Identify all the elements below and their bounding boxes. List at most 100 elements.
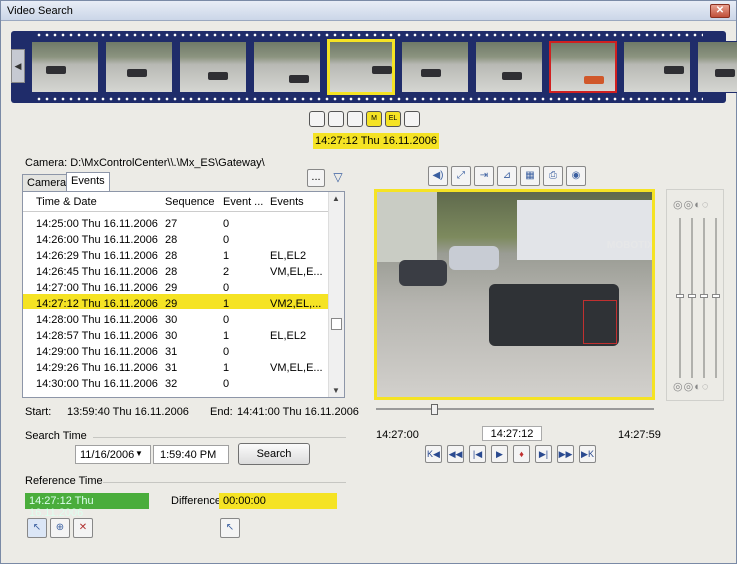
start-value: 13:59:40 Thu 16.11.2006 xyxy=(67,406,189,418)
fullscreen-button[interactable]: ⤢ xyxy=(451,166,471,186)
slider-track[interactable] xyxy=(715,218,717,378)
filmstrip-thumbnail[interactable] xyxy=(31,41,99,93)
frame-button-2[interactable] xyxy=(328,111,344,127)
slider-track[interactable] xyxy=(679,218,681,378)
slider-thumb[interactable] xyxy=(700,294,708,298)
scroll-up-icon[interactable]: ▲ xyxy=(332,194,340,203)
parked-car xyxy=(449,246,499,270)
table-cell: 1 xyxy=(223,330,230,342)
table-cell: 30 xyxy=(165,314,178,326)
filmstrip-prev-button[interactable]: ◀ xyxy=(11,49,25,83)
filmstrip-thumbnail[interactable] xyxy=(475,41,543,93)
slider-thumb[interactable] xyxy=(712,294,720,298)
table-row[interactable]: 14:28:00 Thu 16.11.2006 30 0 xyxy=(23,310,328,326)
chevron-down-icon[interactable]: ▼ xyxy=(135,449,143,458)
event-list: Time & Date Sequence Event ... Events 14… xyxy=(22,191,345,398)
table-row[interactable]: 14:25:00 Thu 16.11.2006 27 0 xyxy=(23,214,328,230)
current-timestamp: 14:27:12 Thu 16.11.2006 xyxy=(313,133,439,149)
browse-button[interactable]: ... xyxy=(307,169,325,187)
frame-button-1[interactable] xyxy=(309,111,325,127)
car-shape xyxy=(46,66,66,74)
speaker-button[interactable]: ◀) xyxy=(428,166,448,186)
timeline-track[interactable] xyxy=(376,408,654,410)
live-icon: ◉ xyxy=(571,170,581,181)
tab-events[interactable]: Events xyxy=(66,172,110,191)
live-button[interactable]: ◉ xyxy=(566,166,586,186)
step-forward-button[interactable]: ▶| xyxy=(535,445,552,463)
motion-event-button[interactable]: M xyxy=(366,111,382,127)
slider-track[interactable] xyxy=(703,218,705,378)
table-cell: VM,EL,E... xyxy=(270,266,323,278)
scroll-thumb[interactable] xyxy=(331,318,342,330)
record-button[interactable]: ♦ xyxy=(513,445,530,463)
slider-thumb[interactable] xyxy=(688,294,696,298)
table-row[interactable]: 14:27:12 Thu 16.11.2006 29 1 VM2,EL,... xyxy=(23,294,328,310)
table-row[interactable]: 14:29:00 Thu 16.11.2006 31 0 xyxy=(23,342,328,358)
export-button[interactable]: ⎙ xyxy=(543,166,563,186)
rewind-button[interactable]: ◀◀ xyxy=(447,445,464,463)
chevron-left-icon: ◀ xyxy=(14,60,22,71)
find-reference-button[interactable]: ⊕ xyxy=(50,518,70,538)
scroll-down-icon[interactable]: ▼ xyxy=(332,386,340,395)
record-icon: ♦ xyxy=(519,449,524,459)
car-shape xyxy=(421,69,441,77)
filter-icon[interactable]: ▽ xyxy=(331,170,345,184)
el-event-button[interactable]: EL xyxy=(385,111,401,127)
slider-thumb[interactable] xyxy=(676,294,684,298)
search-button[interactable]: Search xyxy=(238,443,310,465)
car-shape xyxy=(372,66,392,74)
table-cell: 28 xyxy=(165,266,178,278)
table-cell: 28 xyxy=(165,234,178,246)
layout-button[interactable]: ▦ xyxy=(520,166,540,186)
frame-button-6[interactable] xyxy=(404,111,420,127)
filmstrip-thumbnail[interactable] xyxy=(549,41,617,93)
filmstrip-thumbnail[interactable] xyxy=(327,39,395,95)
set-reference-button[interactable]: ↖ xyxy=(27,518,47,538)
play-button[interactable]: ▶ xyxy=(491,445,508,463)
first-button[interactable]: K◀ xyxy=(425,445,442,463)
fast-forward-button[interactable]: ▶▶ xyxy=(557,445,574,463)
table-cell: 14:26:00 Thu 16.11.2006 xyxy=(36,234,158,246)
last-button[interactable]: ▶K xyxy=(579,445,596,463)
table-row[interactable]: 14:28:57 Thu 16.11.2006 30 1 EL,EL2 xyxy=(23,326,328,342)
difference-label: Difference: xyxy=(171,495,224,507)
column-event-number[interactable]: Event ... xyxy=(223,196,263,208)
timeline-slider[interactable] xyxy=(431,404,438,415)
table-row[interactable]: 14:30:00 Thu 16.11.2006 32 0 xyxy=(23,374,328,390)
table-row[interactable]: 14:26:00 Thu 16.11.2006 28 0 xyxy=(23,230,328,246)
filmstrip-thumbnail[interactable] xyxy=(623,41,691,93)
table-cell: 1 xyxy=(223,362,230,374)
filmstrip-thumbnail[interactable] xyxy=(105,41,173,93)
filmstrip-thumbnail[interactable] xyxy=(697,41,737,93)
video-search-window: Video Search ✕ ◀ ▶ M EL 14:27:12 Thu 16.… xyxy=(0,0,737,564)
table-cell: 14:27:00 Thu 16.11.2006 xyxy=(36,282,158,294)
slider-track[interactable] xyxy=(691,218,693,378)
goto-reference-button[interactable]: ↖ xyxy=(220,518,240,538)
column-sequence[interactable]: Sequence xyxy=(165,196,215,208)
fullscreen-icon: ⤢ xyxy=(457,170,465,181)
end-value: 14:41:00 Thu 16.11.2006 xyxy=(237,406,359,418)
table-row[interactable]: 14:26:29 Thu 16.11.2006 28 1 EL,EL2 xyxy=(23,246,328,262)
filmstrip-thumbnail[interactable] xyxy=(401,41,469,93)
filmstrip-thumbnail[interactable] xyxy=(179,41,247,93)
filmstrip: ◀ ▶ xyxy=(11,31,737,103)
fast-forward-icon: ▶▶ xyxy=(558,449,573,459)
table-row[interactable]: 14:26:45 Thu 16.11.2006 28 2 VM,EL,E... xyxy=(23,262,328,278)
video-frame[interactable]: MOBOTIX xyxy=(374,189,655,400)
chart-button[interactable]: ⊿ xyxy=(497,166,517,186)
split-button[interactable]: ⇥ xyxy=(474,166,494,186)
close-button[interactable]: ✕ xyxy=(710,4,730,18)
first-icon: K◀ xyxy=(427,449,440,459)
column-time-date[interactable]: Time & Date xyxy=(36,196,97,208)
clear-reference-button[interactable]: ✕ xyxy=(73,518,93,538)
title-bar: Video Search ✕ xyxy=(1,1,736,21)
search-time-input[interactable]: 1:59:40 PM xyxy=(153,445,229,464)
step-back-button[interactable]: |◀ xyxy=(469,445,486,463)
frame-button-3[interactable] xyxy=(347,111,363,127)
filmstrip-thumbnail[interactable] xyxy=(253,41,321,93)
column-events[interactable]: Events xyxy=(270,196,304,208)
reference-time-value: 14:27:12 Thu 16.11.2006 xyxy=(25,493,149,519)
table-row[interactable]: 14:27:00 Thu 16.11.2006 29 0 xyxy=(23,278,328,294)
event-list-scrollbar[interactable]: ▲ ▼ xyxy=(328,192,344,397)
table-row[interactable]: 14:29:26 Thu 16.11.2006 31 1 VM,EL,E... xyxy=(23,358,328,374)
